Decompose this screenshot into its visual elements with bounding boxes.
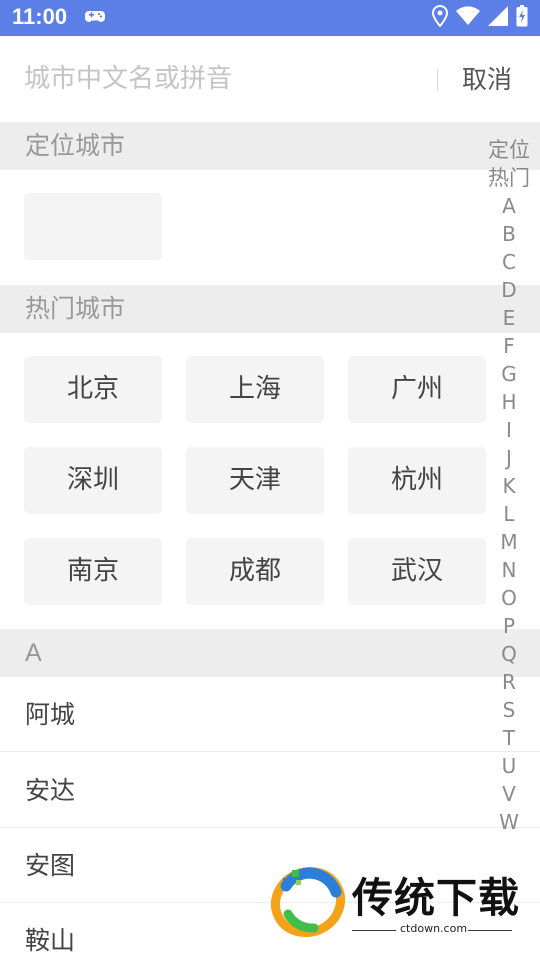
index-item-located[interactable]: 定位 <box>484 136 534 164</box>
hot-city-button[interactable]: 广州 <box>348 356 486 423</box>
index-item-g[interactable]: G <box>484 360 534 388</box>
index-item-d[interactable]: D <box>484 276 534 304</box>
search-bar: 取消 <box>0 36 540 122</box>
hot-city-button[interactable]: 北京 <box>24 356 162 423</box>
index-bar[interactable]: 定位 热门 A B C D E F G H I J K L M N O P Q … <box>484 136 534 836</box>
index-item-f[interactable]: F <box>484 332 534 360</box>
city-list-item[interactable]: 阿城 <box>0 677 540 752</box>
index-item-l[interactable]: L <box>484 500 534 528</box>
signal-icon <box>488 6 508 30</box>
status-bar: 11:00 <box>0 0 540 36</box>
city-list-item[interactable]: 安达 <box>0 753 540 828</box>
watermark-url: ctdown.com <box>400 922 468 935</box>
hot-city-button[interactable]: 天津 <box>186 447 324 514</box>
wifi-icon <box>456 6 480 30</box>
section-header-located: 定位城市 <box>0 122 540 170</box>
index-item-w[interactable]: W <box>484 808 534 836</box>
watermark-line-right <box>468 930 512 931</box>
index-item-o[interactable]: O <box>484 584 534 612</box>
index-item-a[interactable]: A <box>484 192 534 220</box>
location-icon <box>431 4 449 31</box>
watermark-text: 传统下载 <box>352 874 520 922</box>
status-time: 11:00 <box>12 4 68 29</box>
index-item-v[interactable]: V <box>484 780 534 808</box>
located-city-button[interactable] <box>24 193 162 260</box>
index-item-b[interactable]: B <box>484 220 534 248</box>
hot-city-button[interactable]: 深圳 <box>24 447 162 514</box>
hot-city-button[interactable]: 成都 <box>186 538 324 605</box>
index-item-hot[interactable]: 热门 <box>484 164 534 192</box>
index-item-q[interactable]: Q <box>484 640 534 668</box>
watermark-logo-icon <box>271 866 345 938</box>
index-item-t[interactable]: T <box>484 724 534 752</box>
index-item-j[interactable]: J <box>484 444 534 472</box>
battery-icon <box>516 5 528 31</box>
section-header-letter: A <box>0 629 540 677</box>
index-item-s[interactable]: S <box>484 696 534 724</box>
cancel-button[interactable]: 取消 <box>462 60 512 96</box>
index-item-e[interactable]: E <box>484 304 534 332</box>
index-item-r[interactable]: R <box>484 668 534 696</box>
watermark-logo: 传统下载 ctdown.com <box>262 856 532 942</box>
index-item-m[interactable]: M <box>484 528 534 556</box>
section-header-hot: 热门城市 <box>0 285 540 333</box>
hot-city-button[interactable]: 南京 <box>24 538 162 605</box>
index-item-i[interactable]: I <box>484 416 534 444</box>
search-divider <box>437 69 438 91</box>
index-item-k[interactable]: K <box>484 472 534 500</box>
hot-city-button[interactable]: 上海 <box>186 356 324 423</box>
hot-city-button[interactable]: 杭州 <box>348 447 486 514</box>
status-icons <box>431 4 528 31</box>
search-input[interactable] <box>24 56 424 102</box>
index-item-h[interactable]: H <box>484 388 534 416</box>
index-item-c[interactable]: C <box>484 248 534 276</box>
watermark-line-left <box>352 930 396 931</box>
index-item-p[interactable]: P <box>484 612 534 640</box>
index-item-u[interactable]: U <box>484 752 534 780</box>
gamepad-icon <box>84 8 106 30</box>
index-item-n[interactable]: N <box>484 556 534 584</box>
hot-city-button[interactable]: 武汉 <box>348 538 486 605</box>
